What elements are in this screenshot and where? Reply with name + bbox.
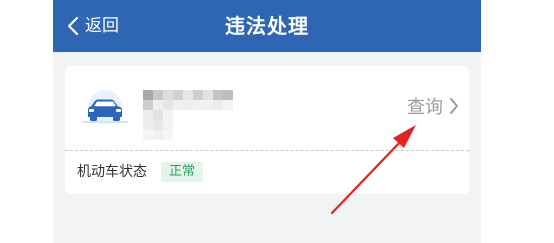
status-badge: 正常	[161, 162, 204, 182]
phone-screen: 返回 违法处理 查询 机动车状态 正常	[53, 0, 481, 243]
chevron-right-icon	[449, 97, 459, 119]
car-icon	[79, 89, 131, 133]
vehicle-status-label: 机动车状态	[77, 164, 147, 180]
query-label: 查询	[407, 97, 443, 118]
vehicle-card: 查询 机动车状态 正常	[65, 66, 469, 194]
plate-number-redacted	[143, 88, 235, 142]
query-link[interactable]: 查询	[407, 96, 459, 120]
nav-bar: 返回 违法处理	[53, 0, 481, 52]
vehicle-query-row[interactable]: 查询	[65, 66, 469, 150]
page-title: 违法处理	[225, 14, 309, 38]
vehicle-status-row: 机动车状态 正常	[65, 151, 469, 194]
